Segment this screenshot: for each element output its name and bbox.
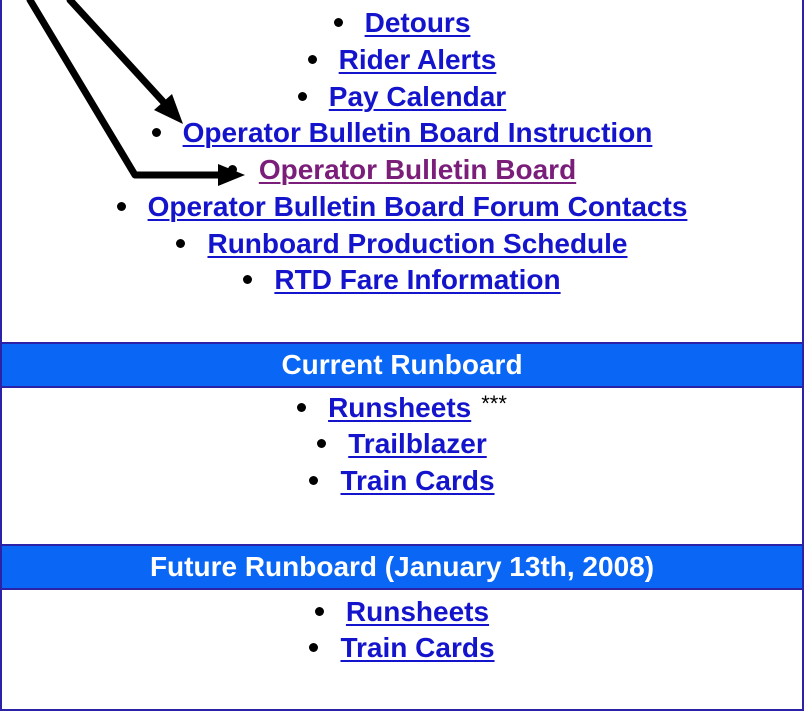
list-item: Trailblazer [2, 426, 802, 462]
bullet-icon [151, 128, 161, 138]
current-runsheets-link[interactable]: Runsheets [328, 392, 471, 423]
current-runboard-header: Current Runboard [2, 342, 802, 388]
future-train-cards-link[interactable]: Train Cards [340, 632, 494, 663]
list-item: Runsheets [2, 594, 802, 630]
list-item: Operator Bulletin Board [2, 152, 802, 188]
bullet-icon [333, 18, 343, 28]
bullet-icon [309, 643, 319, 653]
bullet-icon [307, 55, 317, 65]
list-item: Runsheets *** [2, 390, 802, 426]
operator-bulletin-board-forum-contacts-link[interactable]: Operator Bulletin Board Forum Contacts [148, 191, 688, 222]
bullet-icon [309, 476, 319, 486]
bullet-icon [297, 403, 307, 413]
bullet-icon [317, 439, 327, 449]
runboard-production-schedule-link[interactable]: Runboard Production Schedule [207, 228, 627, 259]
list-item: Operator Bulletin Board Instruction [2, 115, 802, 151]
rider-alerts-link[interactable]: Rider Alerts [339, 44, 497, 75]
list-item: Rider Alerts [2, 42, 802, 78]
future-runsheets-link[interactable]: Runsheets [346, 596, 489, 627]
operator-bulletin-board-instruction-link[interactable]: Operator Bulletin Board Instruction [183, 117, 653, 148]
detours-link[interactable]: Detours [365, 7, 471, 38]
links-panel: Detours Rider Alerts Pay Calendar Operat… [0, 0, 804, 711]
bullet-icon [227, 165, 237, 175]
list-item: Train Cards [2, 463, 802, 499]
current-train-cards-link[interactable]: Train Cards [340, 465, 494, 496]
bullet-icon [176, 239, 186, 249]
future-runboard-header: Future Runboard (January 13th, 2008) [2, 544, 802, 590]
runsheets-note: *** [481, 391, 507, 416]
trailblazer-link[interactable]: Trailblazer [348, 428, 487, 459]
list-item: Train Cards [2, 630, 802, 666]
list-item: Detours [2, 5, 802, 41]
operator-bulletin-board-link[interactable]: Operator Bulletin Board [259, 154, 576, 185]
bullet-icon [116, 202, 126, 212]
bullet-icon [243, 275, 253, 285]
list-item: Operator Bulletin Board Forum Contacts [2, 189, 802, 225]
bullet-icon [297, 92, 307, 102]
pay-calendar-link[interactable]: Pay Calendar [329, 81, 506, 112]
rtd-fare-information-link[interactable]: RTD Fare Information [274, 264, 560, 295]
list-item: RTD Fare Information [2, 262, 802, 298]
list-item: Pay Calendar [2, 79, 802, 115]
list-item: Runboard Production Schedule [2, 226, 802, 262]
bullet-icon [314, 607, 324, 617]
